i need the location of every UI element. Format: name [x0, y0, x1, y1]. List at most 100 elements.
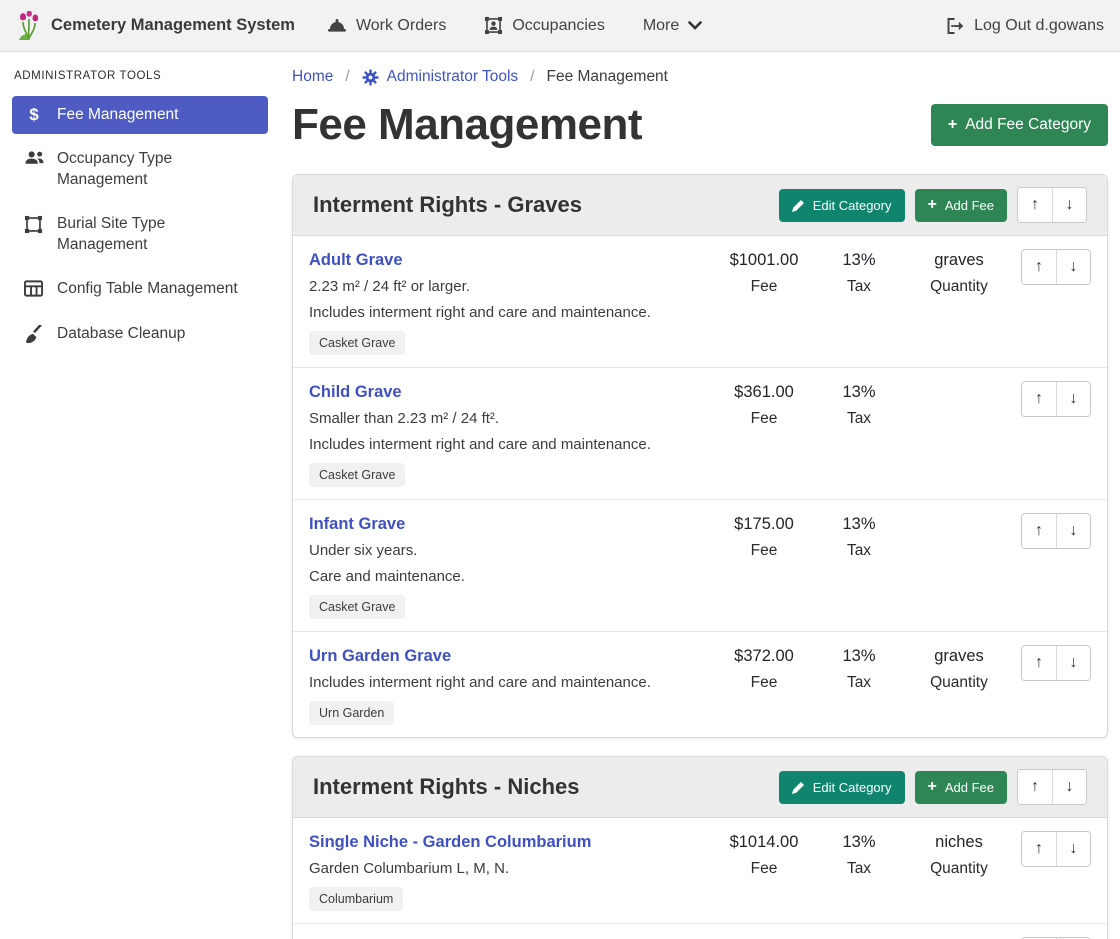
move-fee-down-button[interactable]: ↓	[1056, 382, 1090, 416]
move-category-up-button[interactable]: ↑	[1018, 770, 1052, 804]
fee-badge: Casket Grave	[309, 463, 405, 487]
fee-reorder-group: ↑ ↓	[1021, 645, 1091, 681]
tax-column: 13% Tax	[814, 645, 904, 692]
sidebar-item-label: Occupancy Type Management	[57, 149, 256, 190]
fee-name-link[interactable]: Infant Grave	[309, 515, 405, 534]
plus-icon: +	[948, 119, 957, 132]
breadcrumb-separator: /	[530, 68, 534, 86]
tax-column: 13% Tax	[814, 831, 904, 878]
move-fee-down-button[interactable]: ↓	[1056, 646, 1090, 680]
breadcrumb-home-link[interactable]: Home	[292, 68, 333, 86]
fee-description: Care and maintenance.	[309, 568, 706, 585]
add-fee-button[interactable]: + Add Fee	[915, 189, 1008, 222]
sidebar-item-occupancy-type[interactable]: Occupancy Type Management	[12, 140, 268, 199]
move-fee-down-button[interactable]: ↓	[1056, 514, 1090, 548]
add-fee-label: Add Fee	[945, 198, 994, 213]
sidebar-item-config-table[interactable]: Config Table Management	[12, 270, 268, 308]
breadcrumb: Home /	[292, 68, 1108, 86]
fee-info: Adult Grave 2.23 m² / 24 ft² or larger.I…	[309, 249, 714, 355]
nav-occupancies[interactable]: Occupancies	[484, 16, 605, 35]
category-header: Interment Rights - Niches Edit Category …	[293, 757, 1107, 818]
sidebar-item-burial-site-type[interactable]: Burial Site Type Management	[12, 205, 268, 264]
breadcrumb-current: Fee Management	[547, 68, 669, 86]
fee-row: Single Niche - Garden Columbarium Garden…	[293, 818, 1107, 924]
users-icon	[24, 150, 44, 166]
quantity-label: Quantity	[904, 860, 1014, 878]
tax-value: 13%	[814, 833, 904, 852]
nav-more-label: More	[643, 17, 679, 35]
category-header: Interment Rights - Graves Edit Category …	[293, 175, 1107, 236]
tax-value: 13%	[814, 647, 904, 666]
plus-icon: +	[928, 199, 937, 212]
frame-icon	[24, 215, 44, 234]
fee-badge: Columbarium	[309, 887, 403, 911]
fee-descriptions: Includes interment right and care and ma…	[309, 674, 706, 691]
fee-reorder-group: ↑ ↓	[1021, 831, 1091, 867]
sidebar-item-fee-management[interactable]: $ Fee Management	[12, 96, 268, 134]
broom-icon	[24, 325, 44, 343]
move-category-down-button[interactable]: ↓	[1052, 770, 1086, 804]
move-category-down-button[interactable]: ↓	[1052, 188, 1086, 222]
category-reorder-group: ↑ ↓	[1017, 187, 1087, 223]
fee-amount: $361.00	[714, 383, 814, 402]
fee-row: Child Grave Smaller than 2.23 m² / 24 ft…	[293, 368, 1107, 500]
fee-descriptions: Under six years.Care and maintenance.	[309, 542, 706, 585]
move-fee-down-button[interactable]: ↓	[1056, 832, 1090, 866]
quantity-label: Quantity	[904, 278, 1014, 296]
quantity-label: Quantity	[904, 674, 1014, 692]
move-fee-up-button[interactable]: ↑	[1022, 382, 1056, 416]
tax-column: 13% Tax	[814, 381, 904, 428]
nav-work-orders[interactable]: Work Orders	[327, 17, 446, 35]
app-brand[interactable]: Cemetery Management System	[16, 11, 295, 41]
breadcrumb-admin-tools-label: Administrator Tools	[387, 68, 519, 86]
fee-info: Child Grave Smaller than 2.23 m² / 24 ft…	[309, 381, 714, 487]
fee-amount-label: Fee	[714, 278, 814, 296]
sidebar-item-label: Fee Management	[57, 105, 179, 125]
pencil-icon	[792, 781, 805, 794]
sidebar-heading: ADMINISTRATOR TOOLS	[14, 70, 266, 82]
fee-amount-column: $361.00 Fee	[714, 381, 814, 428]
fee-row: Adult Grave 2.23 m² / 24 ft² or larger.I…	[293, 236, 1107, 368]
move-fee-up-button[interactable]: ↑	[1022, 832, 1056, 866]
nav-more[interactable]: More	[643, 17, 702, 35]
move-category-up-button[interactable]: ↑	[1018, 188, 1052, 222]
category-body: Single Niche - Garden Columbarium Garden…	[293, 818, 1107, 939]
edit-category-button[interactable]: Edit Category	[779, 189, 905, 222]
fee-name-link[interactable]: Child Grave	[309, 383, 402, 402]
fee-name-link[interactable]: Adult Grave	[309, 251, 403, 270]
tax-label: Tax	[814, 410, 904, 428]
logout-button[interactable]: Log Out d.gowans	[945, 17, 1104, 35]
move-fee-down-button[interactable]: ↓	[1056, 250, 1090, 284]
add-fee-button[interactable]: + Add Fee	[915, 771, 1008, 804]
move-fee-up-button[interactable]: ↑	[1022, 250, 1056, 284]
move-fee-up-button[interactable]: ↑	[1022, 514, 1056, 548]
fee-amount: $1001.00	[714, 251, 814, 270]
fee-name-link[interactable]: Urn Garden Grave	[309, 647, 451, 666]
fee-amount: $1014.00	[714, 833, 814, 852]
fee-category-card: Interment Rights - Graves Edit Category …	[292, 174, 1108, 738]
move-fee-up-button[interactable]: ↑	[1022, 646, 1056, 680]
gear-icon	[362, 69, 379, 86]
hard-hat-icon	[327, 17, 347, 34]
fee-name-link[interactable]: Single Niche - Garden Columbarium	[309, 833, 591, 852]
top-navbar: Cemetery Management System Work Orders	[0, 0, 1120, 52]
fee-descriptions: Smaller than 2.23 m² / 24 ft².Includes i…	[309, 410, 706, 453]
fee-info: Single Niche - Garden Columbarium Garden…	[309, 831, 714, 911]
edit-category-label: Edit Category	[813, 198, 892, 213]
category-body: Adult Grave 2.23 m² / 24 ft² or larger.I…	[293, 236, 1107, 737]
edit-category-button[interactable]: Edit Category	[779, 771, 905, 804]
tax-column: 13% Tax	[814, 513, 904, 560]
add-fee-category-button[interactable]: + Add Fee Category	[931, 104, 1108, 146]
fee-amount-column: $175.00 Fee	[714, 513, 814, 560]
fee-amount-label: Fee	[714, 674, 814, 692]
logout-icon	[945, 17, 965, 35]
fee-descriptions: Garden Columbarium L, M, N.	[309, 860, 706, 877]
navbar-menu: Work Orders Occupancies	[327, 16, 702, 35]
sidebar-item-database-cleanup[interactable]: Database Cleanup	[12, 315, 268, 353]
breadcrumb-admin-tools-link[interactable]: Administrator Tools	[362, 68, 519, 86]
page-layout: ADMINISTRATOR TOOLS $ Fee Management Occ…	[0, 52, 1120, 939]
breadcrumb-separator: /	[345, 68, 349, 86]
fee-amount-label: Fee	[714, 860, 814, 878]
fee-reorder-group: ↑ ↓	[1021, 249, 1091, 285]
tax-label: Tax	[814, 674, 904, 692]
